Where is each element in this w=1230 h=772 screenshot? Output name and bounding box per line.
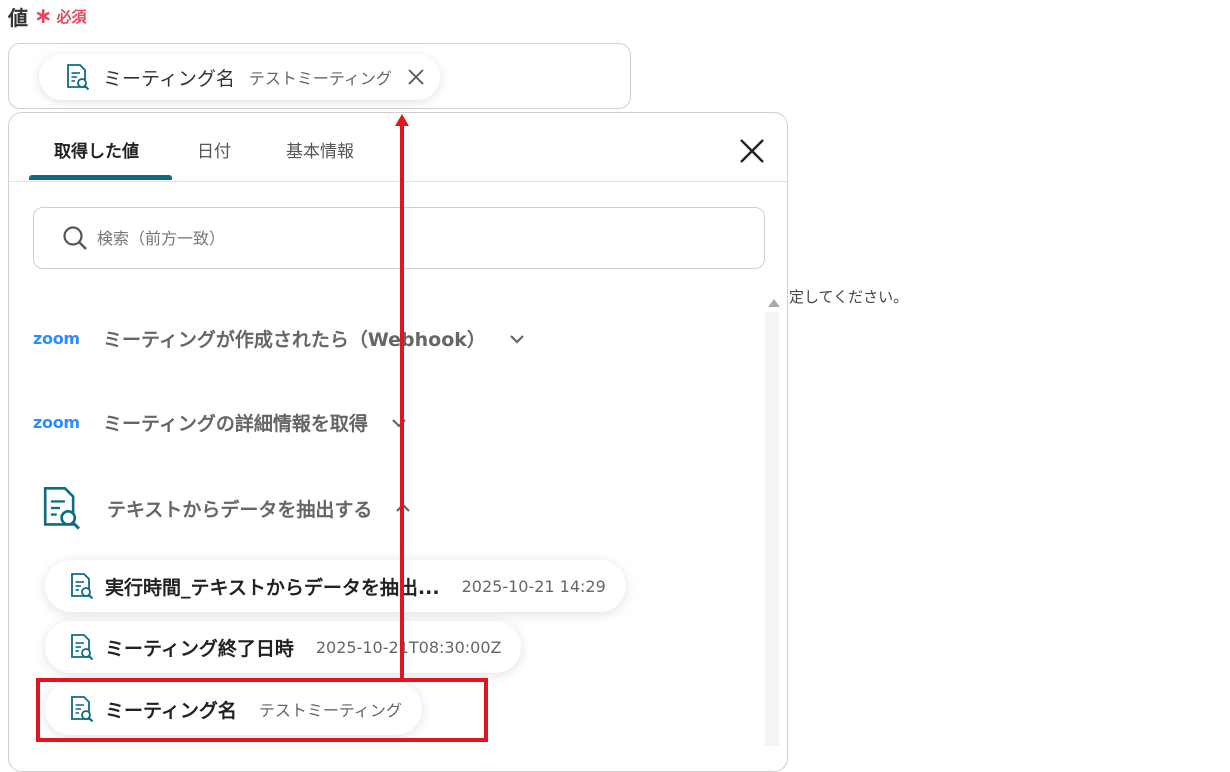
tab-date[interactable]: 日付 — [197, 137, 231, 162]
highlight-annotation-box — [36, 678, 488, 742]
scrollbar-track[interactable] — [765, 312, 779, 746]
chip-name: ミーティング名 — [103, 67, 235, 90]
required-asterisk: ∗ — [34, 4, 53, 29]
remove-chip-icon[interactable] — [406, 67, 426, 87]
section-extract-data-from-text[interactable]: テキストからデータを抽出する — [33, 485, 412, 531]
section-meeting-created-webhook[interactable]: zoom ミーティングが作成されたら（Webhook） — [33, 325, 526, 352]
section-title: ミーティングの詳細情報を取得 — [103, 413, 368, 435]
chip-value: テストミーティング — [248, 69, 392, 88]
search-icon — [63, 226, 87, 250]
search-box[interactable] — [33, 207, 765, 269]
document-search-icon — [67, 64, 90, 91]
item-name: 実行時間_テキストからデータを抽出... — [105, 576, 440, 599]
section-get-meeting-details[interactable]: zoom ミーティングの詳細情報を取得 — [33, 409, 408, 436]
annotation-arrow-head — [395, 114, 409, 126]
zoom-logo: zoom — [33, 329, 80, 348]
close-icon[interactable] — [738, 137, 766, 165]
annotation-arrow-line — [400, 124, 404, 678]
zoom-logo: zoom — [33, 413, 80, 432]
selected-value-chip[interactable]: ミーティング名 テストミーティング — [39, 54, 440, 100]
active-tab-indicator — [29, 175, 172, 180]
background-hint-text: 定してください。 — [789, 288, 909, 306]
value-field[interactable]: ミーティング名 テストミーティング — [8, 43, 631, 109]
document-search-icon — [71, 573, 94, 600]
search-input[interactable] — [95, 227, 699, 249]
document-search-icon — [71, 634, 94, 661]
value-item[interactable]: ミーティング終了日時 2025-10-21T08:30:00Z — [45, 621, 522, 673]
field-label-text: 値 — [8, 6, 28, 30]
item-name: ミーティング終了日時 — [105, 637, 294, 660]
value-picker-panel: 取得した値 日付 基本情報 zoom ミーティングが作成されたら（Webhook… — [8, 112, 788, 772]
required-label: 必須 — [56, 8, 87, 26]
item-value: 2025-10-21T08:30:00Z — [315, 637, 502, 657]
chevron-down-icon[interactable] — [390, 414, 408, 432]
item-value: 2025-10-21 14:29 — [461, 576, 606, 596]
scroll-up-arrow[interactable] — [768, 299, 780, 307]
field-label: 値 ∗ 必須 — [8, 2, 86, 31]
section-title: テキストからデータを抽出する — [107, 498, 373, 521]
document-search-icon — [43, 486, 80, 530]
section-title: ミーティングが作成されたら（Webhook） — [103, 329, 486, 351]
chevron-down-icon[interactable] — [508, 330, 526, 348]
tab-basic-info[interactable]: 基本情報 — [286, 137, 354, 162]
value-item[interactable]: 実行時間_テキストからデータを抽出... 2025-10-21 14:29 — [45, 560, 626, 612]
tab-retrieved-values[interactable]: 取得した値 — [54, 137, 139, 162]
